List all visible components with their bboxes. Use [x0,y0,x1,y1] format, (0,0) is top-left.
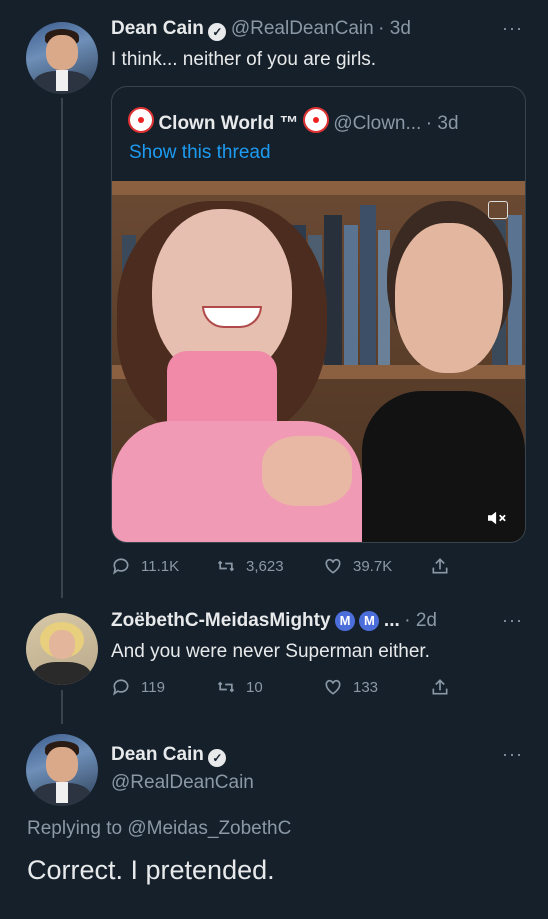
reply-icon [113,679,129,696]
name-ellipsis: ... [383,610,400,631]
heart-icon [325,679,341,695]
main-tweet-text: Correct. I pretended. [27,855,275,885]
volume-mute-icon[interactable] [486,509,508,527]
heart-icon [325,558,341,574]
reply-button[interactable]: 119 [111,677,165,697]
like-count: 133 [353,678,379,696]
author-name[interactable]: ZoëbethC-MeidasMighty [111,610,331,631]
clown-emoji-icon [302,107,329,133]
retweet-count: 10 [246,678,263,696]
m-badge-icon: M [335,611,356,631]
thread-line [61,690,63,724]
author-handle[interactable]: @RealDeanCain [231,18,374,39]
verified-badge-icon: ✓ [208,749,227,767]
clown-avatar-icon[interactable] [128,107,154,133]
retweet-count: 3,623 [246,557,284,575]
video-player[interactable] [112,181,525,542]
tweet-text: I think... neither of you are girls. [111,49,377,70]
like-button[interactable]: 39.7K [323,556,392,576]
share-icon [432,679,448,695]
reply-icon [113,558,129,575]
like-button[interactable]: 133 [323,677,378,697]
m-badge-icon: M [359,611,380,631]
more-options-icon[interactable]: ··· [502,18,523,39]
tweet3-header: Dean Cain ✓ [111,744,227,767]
thread-line [61,98,63,598]
quoted-author-handle[interactable]: @Clown... [333,113,421,134]
avatar-zoebethc[interactable] [26,613,98,685]
quoted-header: Clown World ™ @Clown... · 3d [128,107,459,135]
retweet-button[interactable]: 3,623 [216,556,284,576]
share-icon [432,558,448,574]
avatar-dean-cain[interactable] [26,22,98,94]
tweet-time[interactable]: · 2d [404,610,437,631]
tweet1-header: Dean Cain ✓ @RealDeanCain · 3d [111,18,411,41]
like-count: 39.7K [353,557,393,575]
reply-count: 11.1K [141,557,180,575]
tweet-time[interactable]: · 3d [378,18,411,39]
retweet-icon [217,681,235,693]
quoted-tweet-card[interactable]: Clown World ™ @Clown... · 3d Show this t… [111,86,526,543]
more-options-icon[interactable]: ··· [502,610,523,631]
reply-count: 119 [141,678,165,696]
share-button[interactable] [430,556,450,576]
more-options-icon[interactable]: ··· [502,744,523,765]
show-thread-link[interactable]: Show this thread [129,142,271,164]
tweet2-header: ZoëbethC-MeidasMighty M M ... · 2d [111,610,437,632]
verified-badge-icon: ✓ [208,23,227,41]
tweet-text: And you were never Superman either. [111,641,430,662]
avatar-dean-cain[interactable] [26,734,98,806]
author-handle[interactable]: @RealDeanCain [111,772,254,794]
replying-to[interactable]: Replying to @Meidas_ZobethC [27,818,291,840]
quoted-tweet-time[interactable]: · 3d [426,113,459,134]
content-warning-icon [488,201,508,219]
reply-button[interactable]: 11.1K [111,556,179,576]
quoted-author-name[interactable]: Clown World ™ [158,113,298,134]
share-button[interactable] [430,677,450,697]
retweet-button[interactable]: 10 [216,677,263,697]
author-name[interactable]: Dean Cain [111,18,204,39]
author-name[interactable]: Dean Cain [111,744,204,765]
retweet-icon [217,560,235,572]
